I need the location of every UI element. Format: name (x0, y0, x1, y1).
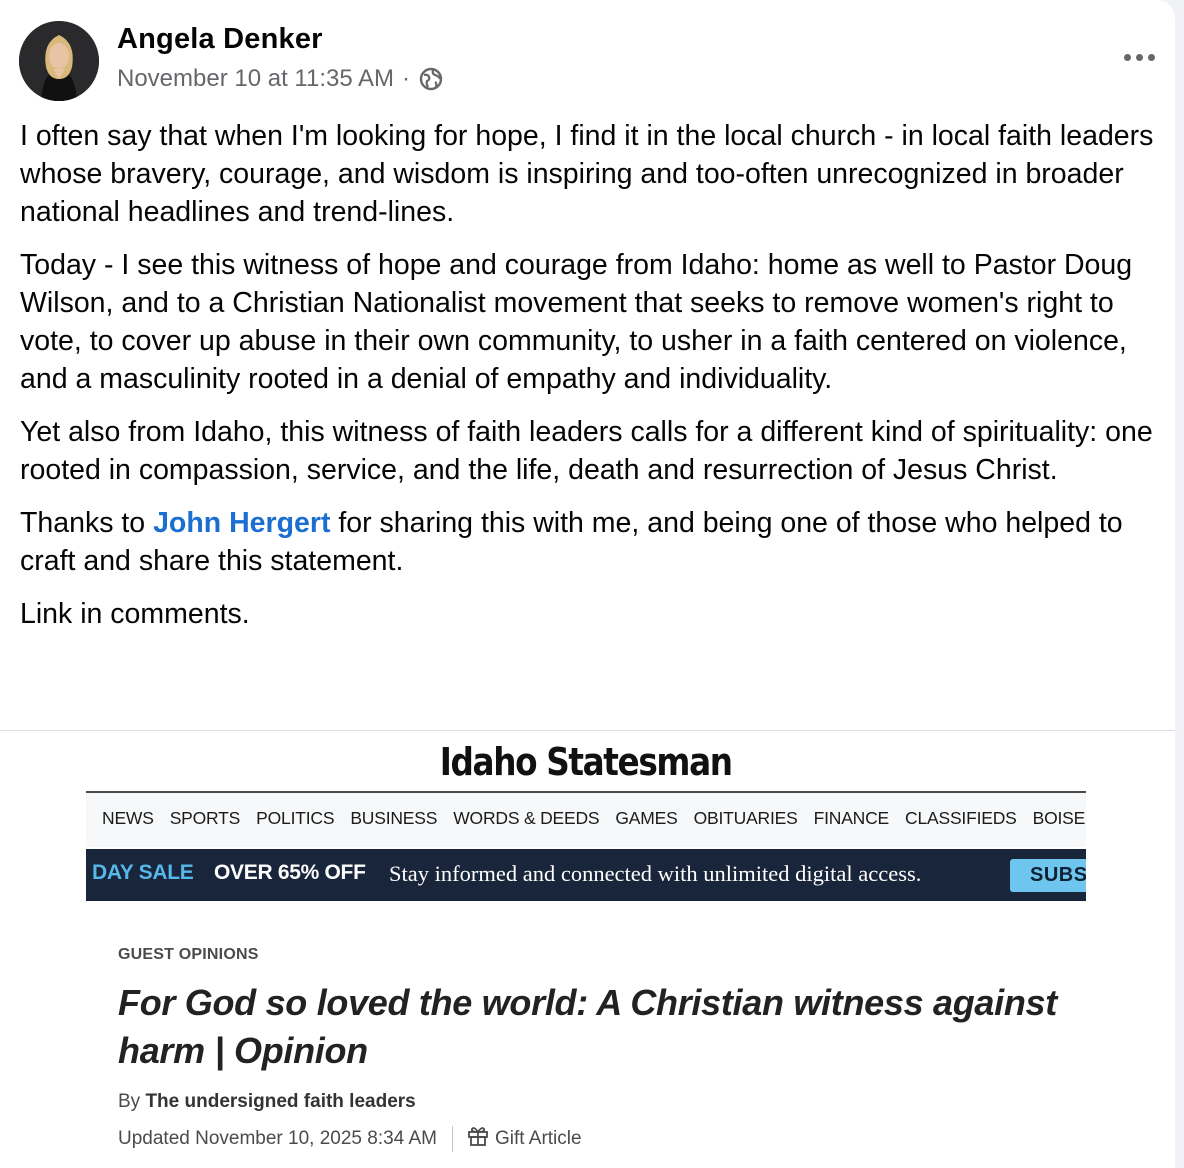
promo-offer-label: OVER 65% OFF (214, 861, 366, 884)
post-header: Angela Denker November 10 at 11:35 AM · (19, 21, 1159, 101)
promo-banner: DAY SALE OVER 65% OFF Stay informed and … (86, 849, 1086, 901)
link-preview-image[interactable]: Idaho Statesman NEWS SPORTS POLITICS BUSINE… (0, 731, 1175, 1168)
author-name[interactable]: Angela Denker (117, 23, 323, 56)
thanks-text-before: Thanks to (20, 507, 154, 539)
avatar[interactable] (19, 21, 99, 101)
article-section: GUEST OPINIONS (118, 946, 259, 963)
more-dot (1123, 53, 1131, 61)
nav-item: NEWS (102, 808, 154, 828)
article-byline: By The undersigned faith leaders (118, 1091, 416, 1113)
gift-icon (467, 1125, 489, 1153)
mention-link[interactable]: John Hergert (153, 507, 330, 539)
facebook-post-card: Angela Denker November 10 at 11:35 AM · … (0, 0, 1175, 1168)
post-meta: November 10 at 11:35 AM · (117, 65, 444, 93)
article-headline: For God so loved the world: A Christian … (118, 982, 1057, 1071)
gift-article-label: Gift Article (494, 1128, 582, 1149)
updated-separator (451, 1126, 453, 1152)
article-updated-row: Updated November 10, 2025 8:34 AM Gift A… (118, 1125, 582, 1153)
nav-item: BOISE FAVORITE (1032, 808, 1086, 828)
nav-item: SPORTS (169, 808, 241, 828)
nav-item: BUSINESS (350, 808, 438, 828)
newspaper-masthead: Idaho Statesman (86, 734, 1086, 793)
nav-item: WORDS & DEEDS (453, 808, 600, 828)
byline-author: The undersigned faith leaders (145, 1091, 416, 1112)
meta-separator: · (402, 65, 411, 92)
promo-sale-label: DAY SALE (92, 861, 194, 884)
subscribe-button: SUBS (1010, 859, 1086, 892)
more-dot (1147, 53, 1155, 61)
post-timestamp[interactable]: November 10 at 11:35 AM (117, 65, 394, 93)
masthead-title: Idaho Statesman (440, 740, 733, 784)
nav-item: OBITUARIES (693, 808, 798, 828)
post-paragraph: Yet also from Idaho, this witness of fai… (20, 416, 1153, 486)
post-body: I often say that when I'm looking for ho… (20, 117, 1160, 648)
nav-item: GAMES (615, 808, 678, 828)
more-options-icon[interactable] (1119, 47, 1159, 67)
promo-text: Stay informed and connected with unlimit… (389, 861, 922, 886)
globe-icon[interactable] (418, 66, 444, 92)
post-paragraph-thanks: Thanks to John Hergert for sharing this … (20, 504, 1160, 580)
nav-item: FINANCE (813, 808, 890, 828)
post-paragraph: I often say that when I'm looking for ho… (20, 120, 1154, 228)
avatar-photo (19, 21, 99, 101)
nav-item: POLITICS (256, 808, 335, 828)
post-paragraph-closing: Link in comments. (20, 598, 250, 630)
newspaper-nav: NEWS SPORTS POLITICS BUSINESS WORDS & DEEDS G… (86, 793, 1086, 847)
gift-article-link: Gift Article (467, 1125, 582, 1153)
post-paragraph: Today - I see this witness of hope and c… (20, 249, 1133, 395)
article-updated: Updated November 10, 2025 8:34 AM (118, 1128, 437, 1149)
byline-prefix: By (118, 1091, 146, 1112)
nav-item: CLASSIFIEDS (905, 808, 1017, 828)
more-dot (1135, 53, 1143, 61)
